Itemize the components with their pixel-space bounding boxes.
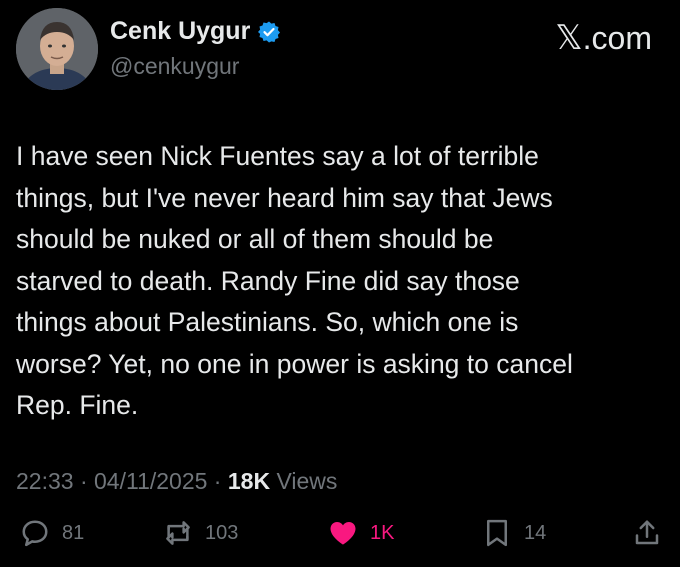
like-button[interactable]: 1K: [328, 518, 394, 548]
repost-button[interactable]: 103: [163, 518, 238, 548]
repost-icon: [166, 521, 190, 545]
views-label: Views: [270, 468, 338, 494]
meta-separator: ·: [207, 468, 228, 494]
post-text: I have seen Nick Fuentes say a lot of te…: [16, 141, 573, 420]
meta-separator: ·: [73, 468, 95, 494]
site-brand: 𝕏 .com: [555, 18, 652, 58]
verified-badge-icon[interactable]: [257, 20, 281, 44]
author-handle[interactable]: @cenkuygur: [110, 53, 239, 80]
author-row: Cenk Uygur: [110, 17, 281, 46]
post-date[interactable]: 04/11/2025: [94, 468, 207, 495]
bookmark-icon: [487, 519, 507, 547]
repost-count: 103: [205, 521, 239, 544]
avatar-image: [16, 8, 98, 90]
like-heart-icon: [330, 522, 356, 545]
share-button[interactable]: [632, 518, 662, 548]
post-time[interactable]: 22:33: [16, 468, 74, 495]
action-bar: 81 103 1K 14: [16, 518, 666, 558]
x-logo: 𝕏: [555, 19, 583, 57]
avatar[interactable]: [16, 8, 98, 90]
author-name[interactable]: Cenk Uygur: [110, 17, 250, 46]
bookmark-button[interactable]: 14: [482, 518, 546, 548]
reply-button[interactable]: 81: [20, 518, 84, 548]
reply-count: 81: [62, 521, 85, 544]
like-count: 1K: [370, 521, 395, 544]
share-icon: [635, 520, 659, 545]
reply-icon: [22, 520, 48, 547]
brand-domain: .com: [582, 20, 652, 56]
views-count: 18K: [227, 468, 271, 494]
post-meta: 22:33 · 04/11/2025 · 18K Views: [16, 468, 337, 495]
bookmark-count: 14: [524, 521, 547, 544]
